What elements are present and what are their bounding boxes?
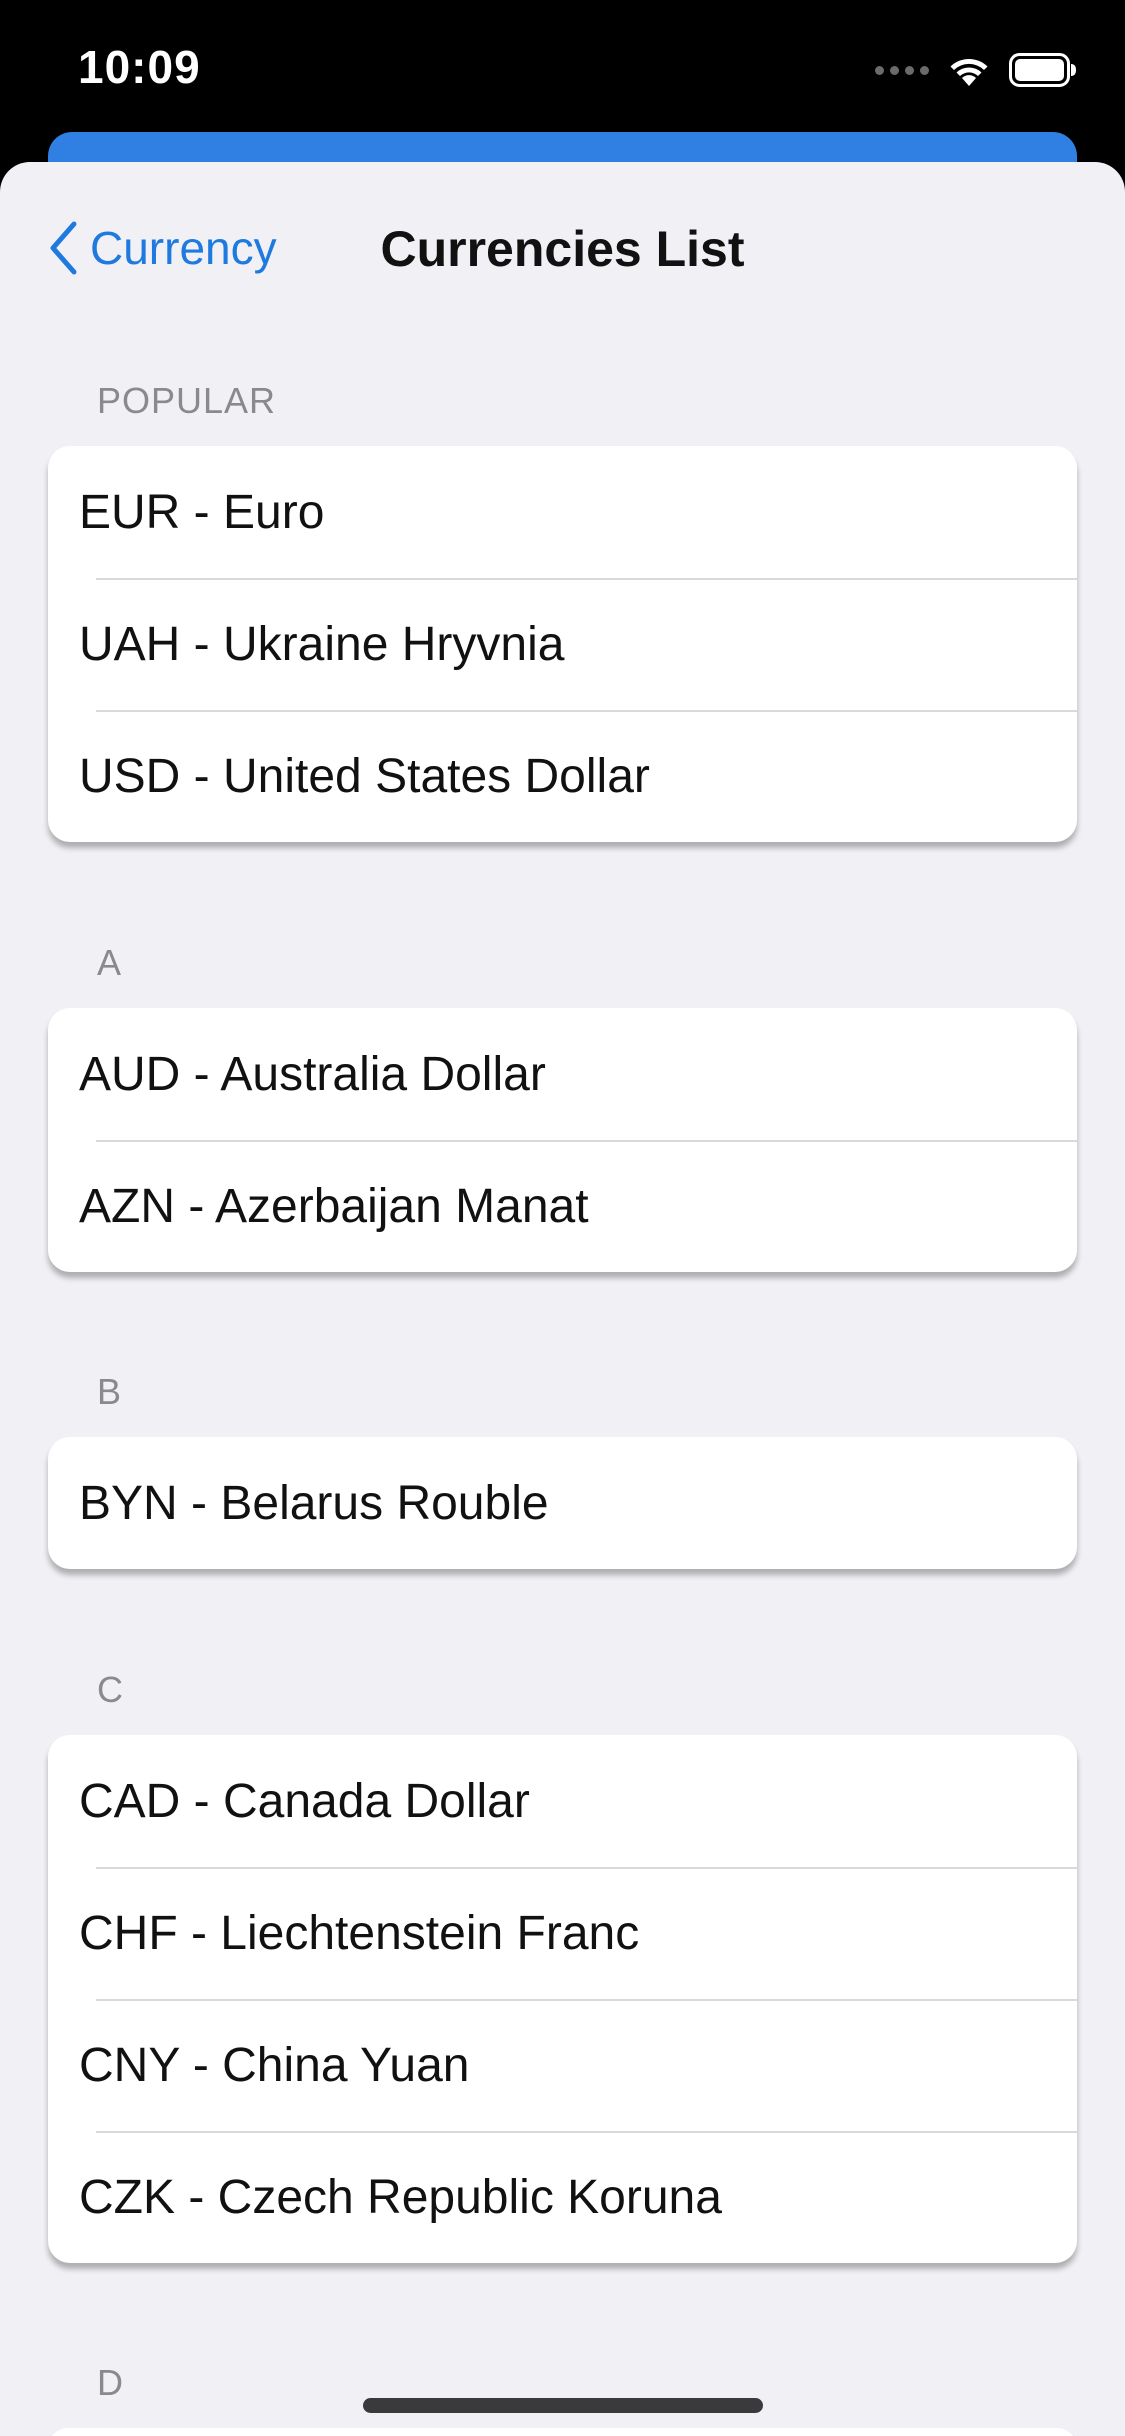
currency-group-a: AUD - Australia Dollar AZN - Azerbaijan … — [48, 1008, 1077, 1272]
currency-row-chf[interactable]: CHF - Liechtenstein Franc — [48, 1867, 1077, 1999]
section-header-a: A — [97, 942, 123, 983]
section-header-popular: POPULAR — [97, 380, 277, 421]
status-indicators — [875, 48, 1077, 92]
currency-row-eur[interactable]: EUR - Euro — [48, 446, 1077, 578]
currencies-sheet: Currency Currencies List POPULAR EUR - E… — [0, 162, 1125, 2436]
currency-group-c: CAD - Canada Dollar CHF - Liechtenstein … — [48, 1735, 1077, 2263]
status-time: 10:09 — [78, 41, 201, 93]
currency-row-cad[interactable]: CAD - Canada Dollar — [48, 1735, 1077, 1867]
currency-row-aud[interactable]: AUD - Australia Dollar — [48, 1008, 1077, 1140]
currency-row-usd[interactable]: USD - United States Dollar — [48, 710, 1077, 842]
currency-row-cny[interactable]: CNY - China Yuan — [48, 1999, 1077, 2131]
section-header-c: C — [97, 1669, 124, 1710]
section-header-b: B — [97, 1371, 123, 1412]
home-indicator[interactable] — [363, 2398, 763, 2413]
currency-row-czk[interactable]: CZK - Czech Republic Koruna — [48, 2131, 1077, 2263]
currency-row-byn[interactable]: BYN - Belarus Rouble — [48, 1437, 1077, 1569]
currency-group-popular: EUR - Euro UAH - Ukraine Hryvnia USD - U… — [48, 446, 1077, 842]
cellular-signal-icon — [875, 65, 929, 75]
wifi-icon — [950, 58, 988, 86]
battery-icon — [1009, 53, 1076, 87]
currency-group-b: BYN - Belarus Rouble — [48, 1437, 1077, 1569]
currency-group-d — [48, 2428, 1077, 2436]
status-bar: 10:09 — [0, 0, 1125, 140]
currency-row-uah[interactable]: UAH - Ukraine Hryvnia — [48, 578, 1077, 710]
navigation-bar: Currency Currencies List — [0, 162, 1125, 332]
section-header-d: D — [97, 2362, 124, 2403]
currency-row-azn[interactable]: AZN - Azerbaijan Manat — [48, 1140, 1077, 1272]
page-title: Currencies List — [380, 221, 745, 277]
